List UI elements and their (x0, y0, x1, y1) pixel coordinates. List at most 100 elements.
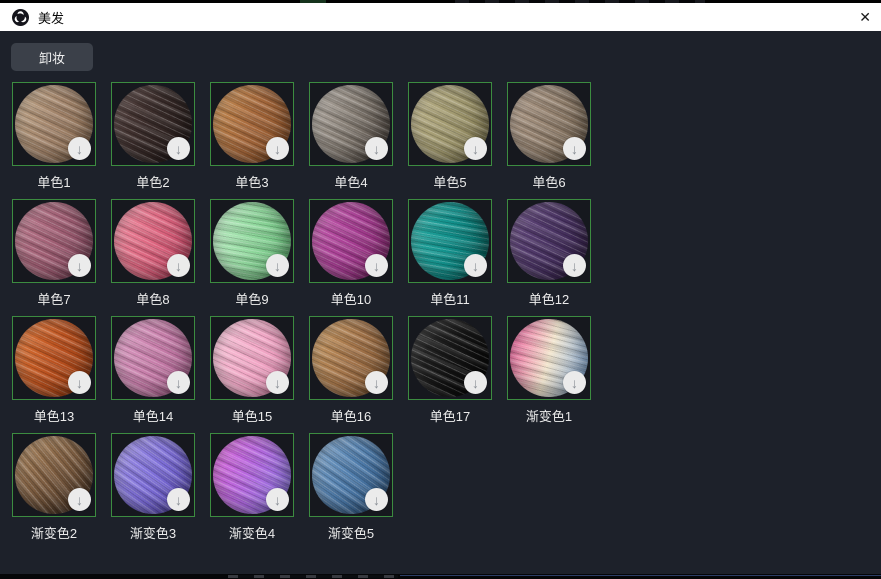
download-button[interactable]: ↓ (68, 488, 91, 511)
download-button[interactable]: ↓ (167, 488, 190, 511)
hair-style-tile[interactable]: ↓ (111, 316, 195, 400)
hair-style-tile[interactable]: ↓ (408, 82, 492, 166)
download-icon: ↓ (175, 493, 182, 507)
download-button[interactable]: ↓ (167, 371, 190, 394)
hair-style-item[interactable]: ↓ 单色1 (12, 82, 96, 188)
download-button[interactable]: ↓ (464, 254, 487, 277)
download-icon: ↓ (175, 376, 182, 390)
hair-style-tile[interactable]: ↓ (12, 82, 96, 166)
download-icon: ↓ (175, 259, 182, 273)
hair-style-label: 单色3 (210, 172, 294, 188)
download-icon: ↓ (373, 142, 380, 156)
download-button[interactable]: ↓ (563, 371, 586, 394)
download-button[interactable]: ↓ (68, 371, 91, 394)
hair-style-tile[interactable]: ↓ (111, 82, 195, 166)
hair-style-tile[interactable]: ↓ (111, 199, 195, 283)
hair-style-item[interactable]: ↓ 单色12 (507, 199, 591, 305)
hair-style-tile[interactable]: ↓ (309, 199, 393, 283)
hair-style-label: 单色12 (507, 289, 591, 305)
hair-style-label: 渐变色2 (12, 523, 96, 539)
download-icon: ↓ (571, 142, 578, 156)
hair-style-item[interactable]: ↓ 单色11 (408, 199, 492, 305)
hair-style-item[interactable]: ↓ 渐变色1 (507, 316, 591, 422)
hair-style-tile[interactable]: ↓ (507, 82, 591, 166)
hair-style-tile[interactable]: ↓ (309, 82, 393, 166)
hair-style-item[interactable]: ↓ 单色8 (111, 199, 195, 305)
hair-style-tile[interactable]: ↓ (111, 433, 195, 517)
download-button[interactable]: ↓ (266, 488, 289, 511)
hair-style-item[interactable]: ↓ 单色16 (309, 316, 393, 422)
download-icon: ↓ (373, 259, 380, 273)
download-button[interactable]: ↓ (68, 137, 91, 160)
hair-style-item[interactable]: ↓ 单色13 (12, 316, 96, 422)
download-button[interactable]: ↓ (266, 137, 289, 160)
hair-style-item[interactable]: ↓ 单色2 (111, 82, 195, 188)
hair-style-item[interactable]: ↓ 渐变色5 (309, 433, 393, 539)
hair-style-item[interactable]: ↓ 单色7 (12, 199, 96, 305)
hair-style-item[interactable]: ↓ 单色10 (309, 199, 393, 305)
download-button[interactable]: ↓ (464, 371, 487, 394)
background-app-fragment (400, 575, 881, 576)
download-icon: ↓ (76, 493, 83, 507)
background-app-fragment (228, 575, 398, 578)
download-button[interactable]: ↓ (365, 488, 388, 511)
download-button[interactable]: ↓ (464, 137, 487, 160)
hair-style-tile[interactable]: ↓ (210, 199, 294, 283)
hair-style-tile[interactable]: ↓ (507, 199, 591, 283)
download-button[interactable]: ↓ (365, 371, 388, 394)
hair-style-item[interactable]: ↓ 单色6 (507, 82, 591, 188)
hair-style-item[interactable]: ↓ 单色15 (210, 316, 294, 422)
download-button[interactable]: ↓ (167, 254, 190, 277)
hair-style-label: 单色5 (408, 172, 492, 188)
download-button[interactable]: ↓ (563, 254, 586, 277)
hair-style-item[interactable]: ↓ 渐变色3 (111, 433, 195, 539)
hair-style-tile[interactable]: ↓ (210, 82, 294, 166)
hair-style-tile[interactable]: ↓ (309, 316, 393, 400)
hair-style-tile[interactable]: ↓ (309, 433, 393, 517)
hair-style-label: 单色14 (111, 406, 195, 422)
download-button[interactable]: ↓ (266, 254, 289, 277)
hair-style-label: 渐变色5 (309, 523, 393, 539)
hair-style-tile[interactable]: ↓ (12, 433, 96, 517)
download-button[interactable]: ↓ (365, 137, 388, 160)
download-icon: ↓ (472, 142, 479, 156)
close-button[interactable]: ✕ (841, 5, 871, 29)
hair-style-tile[interactable]: ↓ (210, 433, 294, 517)
hair-style-tile[interactable]: ↓ (210, 316, 294, 400)
download-button[interactable]: ↓ (365, 254, 388, 277)
download-icon: ↓ (373, 493, 380, 507)
download-button[interactable]: ↓ (68, 254, 91, 277)
hair-style-label: 单色4 (309, 172, 393, 188)
hair-style-label: 单色16 (309, 406, 393, 422)
hair-style-item[interactable]: ↓ 单色3 (210, 82, 294, 188)
download-icon: ↓ (76, 259, 83, 273)
hair-style-item[interactable]: ↓ 单色17 (408, 316, 492, 422)
hair-style-item[interactable]: ↓ 渐变色4 (210, 433, 294, 539)
download-icon: ↓ (175, 142, 182, 156)
remove-makeup-button[interactable]: 卸妆 (11, 43, 93, 71)
download-button[interactable]: ↓ (563, 137, 586, 160)
download-icon: ↓ (472, 259, 479, 273)
obs-logo-icon (12, 9, 29, 26)
hair-style-tile[interactable]: ↓ (12, 199, 96, 283)
hair-style-item[interactable]: ↓ 渐变色2 (12, 433, 96, 539)
hair-style-item[interactable]: ↓ 单色5 (408, 82, 492, 188)
download-button[interactable]: ↓ (167, 137, 190, 160)
hair-style-tile[interactable]: ↓ (408, 316, 492, 400)
hair-style-tile[interactable]: ↓ (12, 316, 96, 400)
hair-style-label: 单色17 (408, 406, 492, 422)
download-icon: ↓ (274, 376, 281, 390)
download-button[interactable]: ↓ (266, 371, 289, 394)
hair-style-tile[interactable]: ↓ (507, 316, 591, 400)
download-icon: ↓ (373, 376, 380, 390)
hair-style-item[interactable]: ↓ 单色9 (210, 199, 294, 305)
hair-style-tile[interactable]: ↓ (408, 199, 492, 283)
hair-style-label: 单色9 (210, 289, 294, 305)
hair-style-label: 渐变色1 (507, 406, 591, 422)
hair-style-label: 单色15 (210, 406, 294, 422)
hair-style-item[interactable]: ↓ 单色4 (309, 82, 393, 188)
hair-style-item[interactable]: ↓ 单色14 (111, 316, 195, 422)
download-icon: ↓ (76, 376, 83, 390)
hair-style-label: 单色8 (111, 289, 195, 305)
hair-style-label: 单色13 (12, 406, 96, 422)
